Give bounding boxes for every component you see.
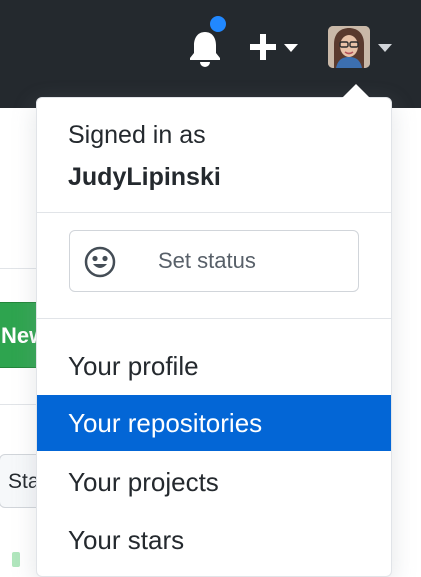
menu-item-your-profile[interactable]: Your profile [37, 338, 391, 394]
notification-indicator [208, 14, 228, 34]
menu-divider [37, 318, 391, 319]
chevron-down-icon [284, 44, 298, 52]
plus-icon [250, 34, 276, 60]
notifications-button[interactable] [186, 28, 224, 68]
chevron-down-icon [378, 44, 392, 52]
username: JudyLipinski [68, 163, 221, 191]
dropdown-pointer [342, 84, 370, 98]
activity-graph-fragment [12, 552, 20, 567]
smiley-icon [84, 246, 116, 278]
page-divider [0, 404, 40, 405]
set-status-label: Set status [158, 248, 256, 273]
set-status-button[interactable]: Set status [69, 230, 359, 292]
user-avatar [328, 26, 370, 68]
page-divider [0, 268, 40, 269]
bell-icon [190, 32, 220, 67]
menu-item-your-stars[interactable]: Your stars [37, 512, 391, 568]
user-dropdown-menu: Signed in as JudyLipinski Set status You… [36, 97, 392, 577]
create-new-button[interactable] [246, 30, 300, 64]
signed-in-label: Signed in as [68, 121, 206, 149]
user-menu-button[interactable] [328, 26, 398, 70]
menu-item-your-repositories[interactable]: Your repositories [37, 395, 391, 451]
star-button-label: Sta [8, 470, 40, 493]
menu-divider [37, 212, 391, 213]
menu-item-your-projects[interactable]: Your projects [37, 454, 391, 510]
